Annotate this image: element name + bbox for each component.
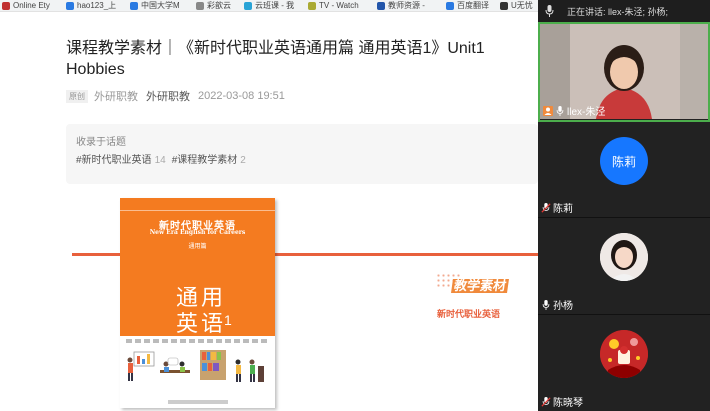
speaking-indicator: 正在讲话: llex-朱泾; 孙杨;: [567, 7, 669, 17]
avatar: [600, 330, 648, 378]
bookmark-favicon-icon: [196, 1, 204, 10]
topic-label: 收录于话题: [76, 137, 126, 148]
participant-name-row: 孙杨: [541, 297, 573, 312]
topic-tag[interactable]: #课程教学素材 2: [172, 151, 246, 166]
bookmark-teacher-resources[interactable]: 教师资源 -: [377, 0, 425, 11]
publish-date: 2022-03-08 19:51: [198, 90, 285, 102]
avatar: [600, 233, 648, 281]
bookmark-caixin[interactable]: 彩歆云: [196, 0, 231, 11]
participant-tile[interactable]: 陈莉 陈莉: [538, 122, 710, 218]
article-view: 课程教学素材｜《新时代职业英语通用篇 通用英语1》Unit1 Hobbies 原…: [0, 12, 538, 411]
mic-muted-icon: [541, 202, 551, 213]
participant-name: 陈晓琴: [553, 398, 583, 409]
bookmark-label: Online Ety: [13, 1, 50, 10]
topic-box: 收录于话题 #新时代职业英语 14 #课程教学素材 2: [66, 124, 538, 184]
bookmark-favicon-icon: [66, 1, 74, 10]
speaking-bar: 正在讲话: llex-朱泾; 孙杨;: [538, 0, 710, 22]
user-icon: [543, 105, 553, 116]
topic-tag[interactable]: #新时代职业英语 14: [76, 151, 166, 166]
participant-name-row: llex-朱泾: [543, 103, 605, 118]
bookmark-favicon-icon: [446, 1, 454, 10]
cover-illustration: [120, 336, 275, 408]
bookmark-label: 中国大学M: [141, 1, 180, 10]
bookmarks-bar: Online Ety hao123_上 中国大学M 彩歆云 云班课 - 我 TV…: [0, 0, 538, 12]
bookmark-favicon-icon: [130, 1, 138, 10]
mic-muted-icon: [541, 396, 551, 407]
material-label: 教学素材: [451, 278, 509, 293]
bookmark-online-ety[interactable]: Online Ety: [2, 0, 50, 11]
bookmark-favicon-icon: [308, 1, 316, 10]
bookmark-label: TV - Watch: [319, 1, 359, 10]
bookmark-baidu-translate[interactable]: 百度翻译: [446, 0, 489, 11]
topic-tag-count: 2: [240, 155, 246, 166]
profile-photo-icon: [600, 233, 648, 281]
office-scene-illustration: [127, 350, 264, 382]
bookmark-favicon-icon: [2, 1, 10, 10]
topic-tags: #新时代职业英语 14 #课程教学素材 2: [76, 151, 252, 166]
participant-name: 陈莉: [553, 204, 573, 215]
profile-photo-icon: [600, 330, 648, 378]
bookmark-label: 教师资源 -: [388, 1, 425, 10]
book-series-en: New Era English for Careers: [149, 229, 246, 236]
participant-tile[interactable]: 孙杨: [538, 218, 710, 315]
book-edition: 通用篇: [188, 244, 207, 250]
bookmark-hao123[interactable]: hao123_上: [66, 0, 116, 11]
participant-name-row: 陈晓琴: [541, 394, 583, 409]
bookmark-favicon-icon: [500, 1, 508, 10]
bookmark-favicon-icon: [377, 1, 385, 10]
book-volume: 1: [224, 312, 232, 328]
participant-tile[interactable]: 陈晓琴: [538, 315, 710, 411]
microphone-icon: [542, 299, 550, 310]
avatar-initials: 陈莉: [611, 154, 636, 169]
author-name: 外研职教: [94, 91, 138, 103]
cover-credits-line: [126, 339, 269, 343]
topic-tag-name: #新时代职业英语: [76, 155, 152, 166]
participant-name: llex-朱泾: [567, 107, 606, 118]
bookmark-mooc[interactable]: 中国大学M: [130, 0, 180, 11]
original-badge: 原创: [66, 89, 88, 103]
bookmark-favicon-icon: [244, 1, 252, 10]
series-label: 新时代职业英语: [437, 309, 501, 319]
bookmark-label: U无忧: [511, 1, 533, 10]
cover-rule: [120, 210, 275, 211]
participant-tile-active[interactable]: llex-朱泾: [538, 22, 710, 122]
account-link[interactable]: 外研职教: [146, 88, 190, 104]
book-cover: 新时代职业英语 New Era English for Careers 通用篇 …: [120, 198, 275, 408]
microphone-icon: [545, 5, 554, 17]
topic-tag-name: #课程教学素材: [171, 155, 238, 166]
book-title-line2: 英语: [176, 311, 227, 336]
article-title: 课程教学素材｜《新时代职业英语通用篇 通用英语1》Unit1 Hobbies: [66, 40, 485, 78]
article-meta: 原创 外研职教 外研职教 2022-03-08 19:51: [66, 88, 285, 104]
publisher-mark: [168, 400, 228, 404]
avatar: 陈莉: [600, 137, 648, 185]
bookmark-yunbanke[interactable]: 云班课 - 我: [244, 0, 294, 11]
microphone-icon: [556, 105, 564, 116]
bookmark-label: 彩歆云: [207, 1, 231, 10]
bookmark-51job[interactable]: U无忧: [500, 0, 533, 11]
bookmark-tv-watch[interactable]: TV - Watch: [308, 0, 359, 11]
participant-name: 孙杨: [553, 301, 573, 312]
topic-tag-count: 14: [154, 155, 166, 166]
participant-name-row: 陈莉: [541, 200, 573, 215]
article-banner-image: 教学素材 新时代职业英语 新时代职业英语 New Era English for…: [72, 195, 538, 411]
bookmark-label: 百度翻译: [457, 1, 489, 10]
bookmark-label: hao123_上: [77, 1, 117, 10]
meeting-side-panel: 正在讲话: llex-朱泾; 孙杨; llex-朱泾 陈莉 陈莉 孙杨 陈晓琴: [538, 0, 710, 411]
bookmark-label: 云班课 - 我: [255, 1, 295, 10]
